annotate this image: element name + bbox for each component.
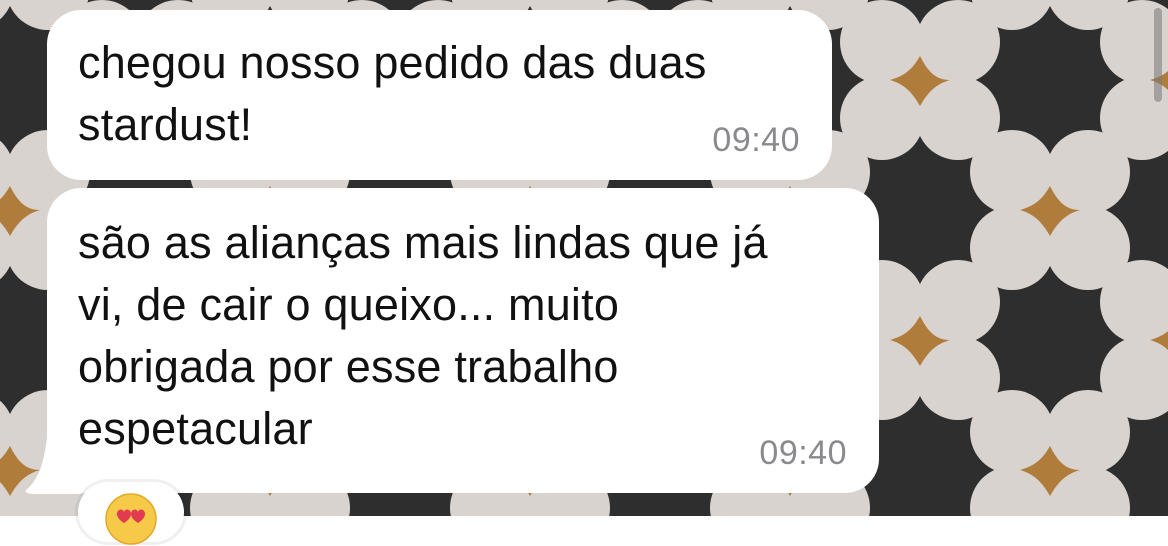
scrollbar[interactable] bbox=[1154, 8, 1162, 102]
message-text: são as alianças mais lindas que já vi, d… bbox=[78, 217, 768, 454]
smiling-face-with-heart-eyes-icon bbox=[105, 493, 157, 545]
message-reaction[interactable] bbox=[78, 482, 184, 545]
message-bubble[interactable]: são as alianças mais lindas que já vi, d… bbox=[47, 188, 879, 493]
message-timestamp: 09:40 bbox=[712, 121, 800, 159]
message-bubble[interactable]: chegou nosso pedido das duas stardust! 0… bbox=[47, 10, 832, 180]
message-text: chegou nosso pedido das duas stardust! bbox=[78, 37, 707, 150]
message-timestamp: 09:40 bbox=[759, 434, 847, 472]
